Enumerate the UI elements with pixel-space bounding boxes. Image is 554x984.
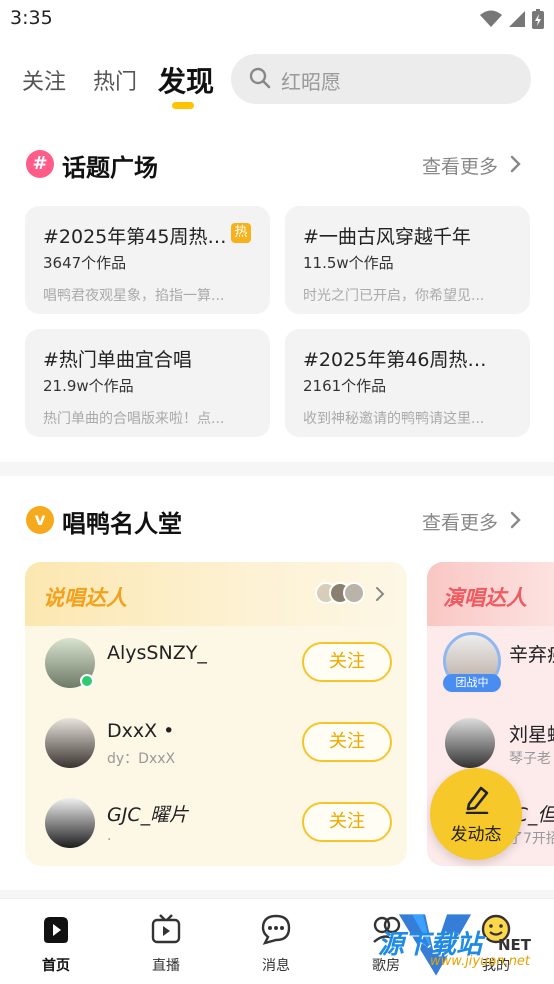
nav-label: 首页: [42, 958, 70, 974]
topic-title: #2025年第46周热歌...: [303, 349, 493, 371]
user-name: GJC_曜片: [107, 804, 189, 826]
status-bar: 3:35: [0, 0, 554, 40]
tab-follow[interactable]: 关注: [22, 64, 66, 96]
user-sub: 琴子老: [509, 751, 551, 767]
topic-square-section: # 话题广场 查看更多 #2025年第45周热门... 热 3647个作品 唱鸭…: [0, 128, 554, 462]
fame-more-link[interactable]: 查看更多: [422, 508, 498, 535]
topic-card[interactable]: #2025年第45周热门... 热 3647个作品 唱鸭君夜观星象，掐指一算..…: [25, 206, 270, 314]
topic-more-link[interactable]: 查看更多: [422, 152, 498, 179]
nav-home[interactable]: 首页: [16, 913, 96, 975]
nav-messages[interactable]: 消息: [236, 913, 316, 975]
fame-card-title: 说唱达人: [43, 586, 127, 610]
team-battle-badge: 团战中: [443, 674, 501, 692]
wifi-icon: [480, 10, 502, 27]
v-badge-icon: v: [26, 506, 54, 534]
follow-button[interactable]: 关注: [302, 802, 392, 842]
topic-desc: 时光之门已开启，你希望见...: [303, 288, 485, 304]
topic-section-title: 话题广场: [62, 154, 158, 182]
user-sub: dy：DxxX: [107, 751, 176, 767]
tv-icon: [151, 914, 181, 944]
tab-hot[interactable]: 热门: [93, 64, 137, 96]
fame-card-title: 演唱达人: [443, 586, 527, 610]
nav-label: 消息: [262, 958, 290, 974]
rap-master-card[interactable]: 说唱达人 AlysSNZY_ 关注 DxxX • dy：DxxX 关注 GJC_…: [25, 562, 407, 866]
topic-desc: 唱鸭君夜观星象，掐指一算...: [43, 288, 225, 304]
chat-icon: [261, 914, 291, 945]
follow-button[interactable]: 关注: [302, 642, 392, 682]
fab-label: 发动态: [450, 825, 502, 845]
mini-avatar: [343, 582, 365, 604]
topic-count: 11.5w个作品: [303, 254, 394, 272]
user-name: 辛弃疾: [509, 644, 554, 666]
post-moment-button[interactable]: 发动态: [430, 768, 522, 860]
avatar[interactable]: [45, 718, 95, 768]
nav-label: 直播: [152, 958, 180, 974]
search-icon: [249, 67, 271, 89]
status-icons: [480, 9, 544, 29]
avatar[interactable]: [445, 718, 495, 768]
topic-desc: 收到神秘邀请的鸭鸭请这里...: [303, 411, 485, 427]
tab-discover[interactable]: 发现: [158, 60, 214, 100]
status-time: 3:35: [10, 7, 53, 29]
tab-active-indicator: [172, 102, 194, 109]
topic-card[interactable]: #2025年第46周热歌... 2161个作品 收到神秘邀请的鸭鸭请这里...: [285, 329, 530, 437]
user-name: 刘星蝉: [509, 724, 554, 746]
search-placeholder: 红昭愿: [281, 70, 341, 94]
pen-icon: [465, 786, 489, 814]
follow-button[interactable]: 关注: [302, 722, 392, 762]
user-name: AlysSNZY_: [107, 642, 207, 664]
topic-title: #2025年第45周热门...: [43, 226, 233, 248]
topic-count: 3647个作品: [43, 254, 127, 272]
search-input[interactable]: 红昭愿: [231, 54, 531, 104]
nav-live[interactable]: 直播: [126, 913, 206, 975]
topic-title: #热门单曲宜合唱: [43, 349, 192, 371]
chevron-right-icon[interactable]: [375, 586, 385, 602]
watermark-net: NET: [498, 936, 532, 954]
chevron-right-icon[interactable]: [510, 155, 522, 173]
topic-hash-icon: #: [26, 150, 54, 178]
user-sub: .: [107, 828, 112, 844]
topic-count: 2161个作品: [303, 377, 387, 395]
user-name: DxxX •: [107, 720, 175, 742]
fame-section-title: 唱鸭名人堂: [62, 510, 182, 538]
home-icon: [44, 917, 68, 943]
hot-badge: 热: [231, 223, 251, 243]
watermark-url: www.jiyuan.net: [430, 954, 531, 969]
topic-desc: 热门单曲的合唱版来啦！点...: [43, 411, 225, 427]
battery-icon: [532, 9, 544, 29]
avatar[interactable]: [45, 798, 95, 848]
online-dot: [80, 674, 94, 688]
topic-card[interactable]: #一曲古风穿越千年 11.5w个作品 时光之门已开启，你希望见...: [285, 206, 530, 314]
topic-title: #一曲古风穿越千年: [303, 226, 471, 248]
signal-icon: [509, 11, 525, 27]
topic-card[interactable]: #热门单曲宜合唱 21.9w个作品 热门单曲的合唱版来啦！点...: [25, 329, 270, 437]
topic-count: 21.9w个作品: [43, 377, 134, 395]
chevron-right-icon[interactable]: [510, 511, 522, 529]
header: 关注 热门 发现 红昭愿: [0, 40, 554, 128]
